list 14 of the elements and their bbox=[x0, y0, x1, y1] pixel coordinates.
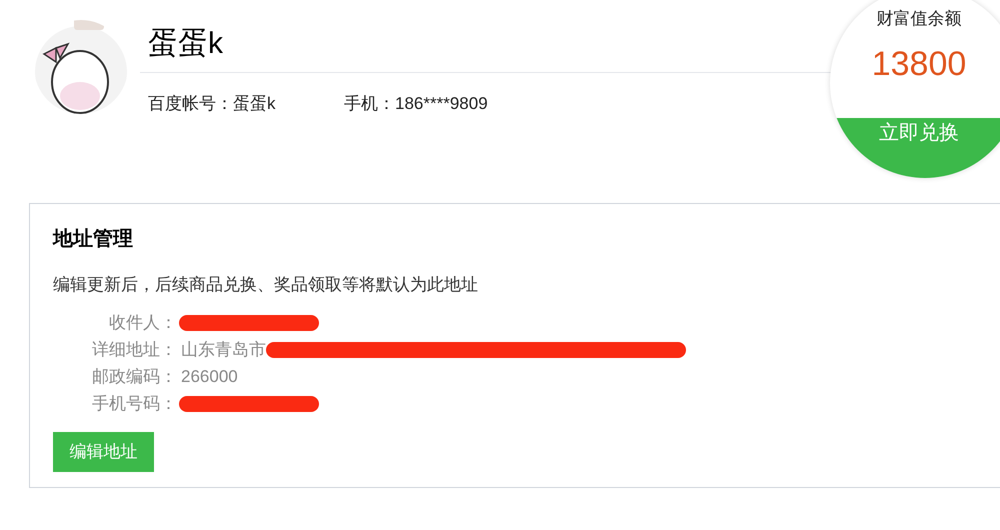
account-text: 百度帐号：蛋蛋k bbox=[148, 93, 276, 115]
phone-text: 手机：186****9809 bbox=[344, 93, 488, 115]
field-label: 手机号码： bbox=[91, 393, 177, 416]
section-title: 地址管理 bbox=[53, 227, 133, 252]
field-value: 266000 bbox=[181, 366, 238, 388]
field-label: 邮政编码： bbox=[91, 366, 177, 388]
address-note: 编辑更新后，后续商品兑换、奖品领取等将默认为此地址 bbox=[53, 274, 478, 296]
edit-address-button[interactable]: 编辑地址 bbox=[53, 432, 154, 472]
field-label: 详细地址： bbox=[91, 339, 177, 362]
field-value: 山东青岛市 bbox=[181, 339, 266, 362]
wealth-amount: 13800 bbox=[872, 44, 966, 84]
wealth-label: 财富值余额 bbox=[876, 8, 962, 30]
field-label: 收件人： bbox=[108, 312, 177, 334]
user-name: 蛋蛋k bbox=[148, 26, 223, 62]
